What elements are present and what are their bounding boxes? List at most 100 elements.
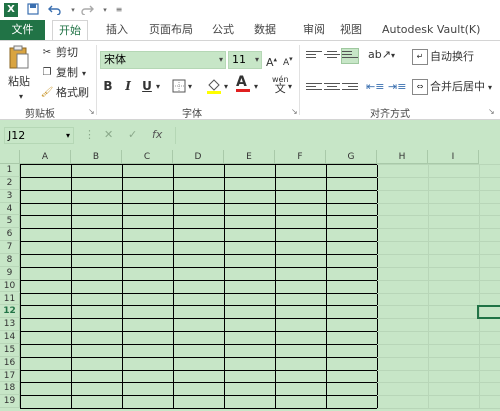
borders-dropdown-icon[interactable]: ▾ — [188, 79, 192, 95]
grid-hline-light — [377, 253, 500, 255]
tab-view[interactable]: 视图 — [334, 20, 368, 40]
enter-icon[interactable]: ✓ — [128, 128, 137, 141]
grid-hline — [20, 292, 377, 294]
row-header-14[interactable]: 14 — [0, 331, 20, 344]
fill-color-dropdown-icon[interactable]: ▾ — [224, 79, 228, 95]
active-cell[interactable] — [477, 305, 500, 320]
grid-hline-light — [377, 279, 500, 281]
increase-indent-button[interactable]: ⇥≡ — [388, 79, 406, 95]
copy-dropdown-icon[interactable]: ▾ — [82, 69, 86, 78]
font-color-dropdown-icon[interactable]: ▾ — [254, 79, 258, 95]
increase-indent-icon: ⇥≡ — [388, 80, 407, 93]
font-color-button[interactable]: A — [236, 75, 250, 92]
copy-button[interactable]: ❐ 复制 ▾ — [40, 65, 87, 82]
row-header-8[interactable]: 8 — [0, 253, 20, 267]
tab-file[interactable]: 文件 — [0, 20, 45, 40]
tab-autodesk-vault[interactable]: Autodesk Vault(K) — [376, 20, 486, 40]
undo-dropdown-icon[interactable]: ▾ — [66, 3, 80, 17]
format-painter-button[interactable]: 🖌 格式刷 — [40, 85, 89, 101]
clipboard-launcher-icon[interactable]: ↘ — [88, 107, 95, 116]
underline-dropdown-icon[interactable]: ▾ — [156, 79, 160, 95]
select-all-corner[interactable] — [0, 150, 20, 164]
row-header-19[interactable]: 19 — [0, 395, 20, 409]
align-top-icon[interactable] — [306, 49, 322, 63]
tab-insert[interactable]: 插入 — [100, 20, 134, 40]
redo-icon[interactable] — [80, 3, 94, 17]
redo-dropdown-icon[interactable]: ▾ — [98, 3, 112, 17]
column-header-d[interactable]: D — [173, 150, 224, 164]
grid-hline — [20, 331, 377, 333]
formula-input[interactable] — [175, 127, 500, 144]
merge-center-button[interactable]: ⇔ 合并后居中 ▾ — [412, 79, 492, 96]
column-header-f[interactable]: F — [275, 150, 326, 164]
font-launcher-icon[interactable]: ↘ — [291, 107, 298, 116]
column-header-e[interactable]: E — [224, 150, 275, 164]
column-header-c[interactable]: C — [122, 150, 173, 164]
column-header-b[interactable]: B — [71, 150, 122, 164]
row-header-2[interactable]: 2 — [0, 176, 20, 190]
row-header-16[interactable]: 16 — [0, 356, 20, 370]
grid-hline — [20, 215, 377, 217]
row-header-1[interactable]: 1 — [0, 164, 20, 177]
underline-button[interactable]: U — [139, 79, 155, 93]
phonetic-dropdown-icon[interactable]: ▾ — [288, 79, 292, 95]
chevron-down-icon: ▾ — [65, 131, 70, 140]
phonetic-button[interactable]: wén 文 — [272, 75, 289, 94]
borders-button[interactable] — [172, 79, 186, 98]
row-header-11[interactable]: 11 — [0, 292, 20, 306]
italic-button[interactable]: I — [120, 79, 136, 93]
row-header-5[interactable]: 5 — [0, 215, 20, 229]
row-header-7[interactable]: 7 — [0, 241, 20, 254]
cancel-icon[interactable]: ✕ — [104, 128, 113, 141]
column-header-a[interactable]: A — [20, 150, 71, 164]
font-name-select[interactable]: 宋体 ▾ — [100, 51, 226, 69]
row-header-12[interactable]: 12 — [0, 305, 20, 319]
grid-hline-light — [377, 266, 500, 268]
worksheet-grid[interactable]: ABCDEFGHI 1 2 3 4 5 6 7 8 9 10 11 12 13 14 15 16 17 18 19 — [0, 150, 500, 411]
cut-button[interactable]: ✂ 剪切 — [40, 45, 78, 61]
orientation-button[interactable]: ab↗▾ — [368, 47, 395, 64]
align-center-icon[interactable] — [324, 81, 340, 95]
row-header-10[interactable]: 10 — [0, 279, 20, 293]
tab-page-layout[interactable]: 页面布局 — [143, 20, 199, 40]
insert-function-icon[interactable]: fx — [152, 128, 162, 141]
name-box[interactable]: J12 ▾ — [4, 127, 74, 144]
row-header-17[interactable]: 17 — [0, 369, 20, 383]
undo-icon[interactable] — [48, 3, 62, 17]
align-bottom-icon[interactable] — [341, 48, 359, 64]
wrap-text-button[interactable]: ↵ 自动换行 — [412, 49, 474, 65]
row-header-9[interactable]: 9 — [0, 266, 20, 280]
merge-dropdown-icon[interactable]: ▾ — [488, 83, 492, 92]
column-header-h[interactable]: H — [377, 150, 428, 164]
paste-button[interactable]: 粘贴 — [6, 45, 32, 90]
paste-dropdown-icon[interactable]: ▾ — [19, 89, 23, 105]
save-icon[interactable] — [26, 3, 40, 17]
bold-button[interactable]: B — [100, 79, 116, 93]
row-header-4[interactable]: 4 — [0, 202, 20, 216]
font-size-select[interactable]: 11 ▾ — [228, 51, 262, 69]
row-header-13[interactable]: 13 — [0, 318, 20, 332]
column-header-i[interactable]: I — [428, 150, 479, 164]
tab-formulas[interactable]: 公式 — [206, 20, 240, 40]
customize-toolbar-icon[interactable]: ≡ — [112, 3, 126, 17]
row-header-18[interactable]: 18 — [0, 382, 20, 396]
align-middle-icon[interactable] — [324, 49, 340, 63]
tab-data[interactable]: 数据 — [248, 20, 282, 40]
grid-vline — [122, 164, 123, 409]
row-header-6[interactable]: 6 — [0, 228, 20, 242]
tab-review[interactable]: 审阅 — [297, 20, 331, 40]
alignment-launcher-icon[interactable]: ↘ — [488, 107, 495, 116]
align-right-icon[interactable] — [342, 81, 358, 95]
decrease-indent-button[interactable]: ⇤≡ — [366, 79, 384, 95]
grid-hline — [20, 343, 377, 345]
decrease-font-button[interactable]: A▾ — [283, 51, 293, 71]
tab-home[interactable]: 开始 — [52, 20, 88, 41]
column-header-g[interactable]: G — [326, 150, 377, 164]
align-left-icon[interactable] — [306, 81, 322, 95]
fill-color-button[interactable] — [206, 77, 222, 100]
grid-hline-light — [377, 241, 500, 243]
clipboard-group-label: 剪贴板 — [25, 109, 55, 120]
row-header-3[interactable]: 3 — [0, 189, 20, 203]
increase-font-button[interactable]: A▴ — [266, 51, 277, 71]
row-header-15[interactable]: 15 — [0, 343, 20, 357]
